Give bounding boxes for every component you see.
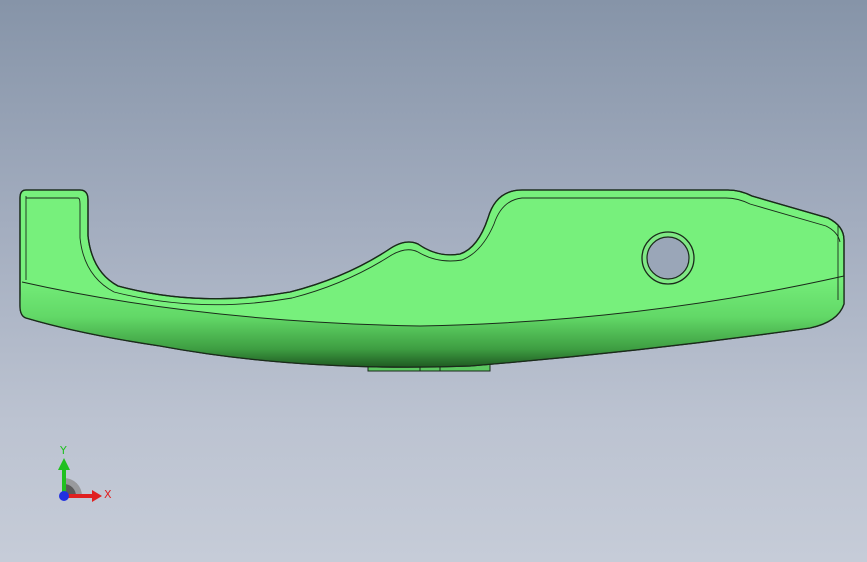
3d-viewport[interactable]: Y X <box>0 0 867 562</box>
x-axis-label: X <box>104 488 112 501</box>
z-axis-dot <box>59 491 69 501</box>
mounting-hole <box>641 231 695 285</box>
orientation-triad: Y X <box>58 444 112 502</box>
part-model[interactable] <box>0 0 867 562</box>
y-axis-label: Y <box>59 444 67 457</box>
